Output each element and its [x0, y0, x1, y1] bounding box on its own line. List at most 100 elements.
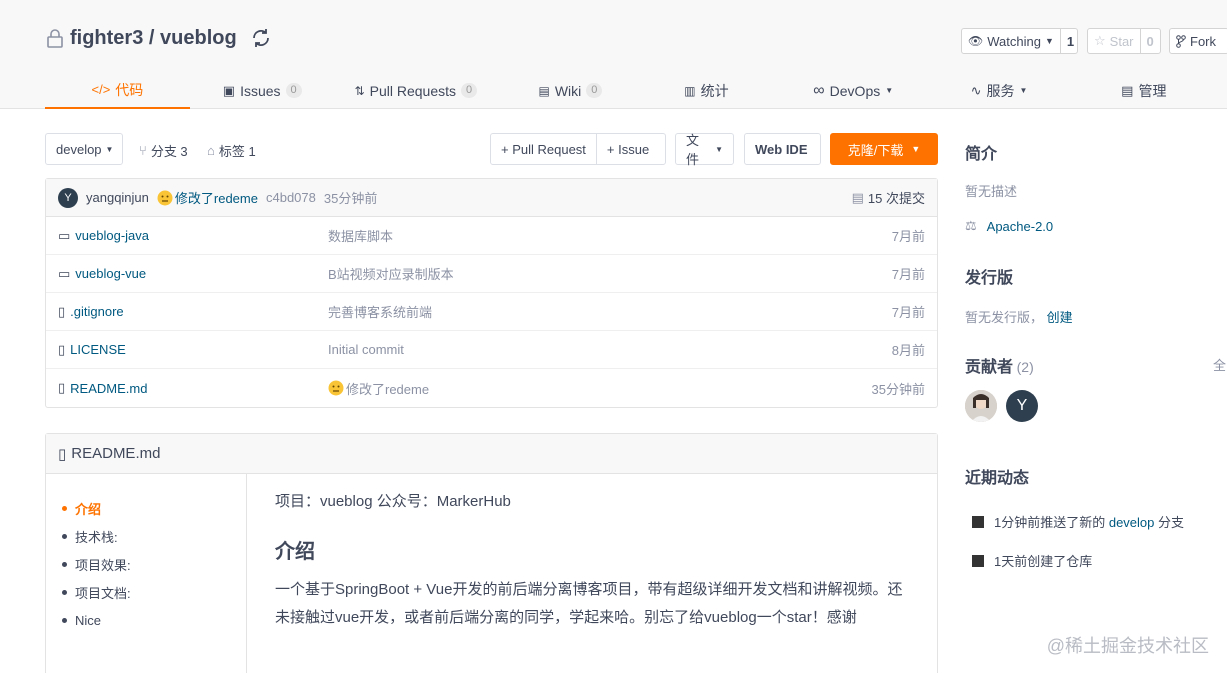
caret-down-icon: ▼ — [1019, 86, 1028, 95]
author-avatar[interactable]: Y — [58, 187, 78, 208]
file-link[interactable]: ▭ vueblog-java — [58, 228, 149, 244]
tab-badge: 0 — [586, 83, 603, 98]
branch-select-value: develop — [56, 141, 102, 157]
file-link[interactable]: ▯ .gitignore — [58, 304, 124, 320]
file-commit-time: 7月前 — [891, 267, 925, 282]
file-commit-time: 8月前 — [891, 343, 925, 358]
toc-label: 介绍 — [75, 501, 102, 517]
activity-text: 1天前创建了仓库 — [994, 554, 1093, 569]
toc-item[interactable]: 项目效果: — [46, 550, 246, 578]
web-ide-label: Web IDE — [755, 141, 808, 157]
latest-commit-bar: Y yangqinjun 修改了redeme c4bd078 35分钟前 ▤ 1… — [46, 179, 937, 217]
file-icon: ▯ — [58, 445, 67, 463]
file-commit-message-group: 修改了redeme — [328, 379, 429, 398]
commit-hash[interactable]: c4bd078 — [266, 190, 316, 205]
sync-icon[interactable] — [249, 26, 273, 50]
file-name: README.md — [70, 380, 148, 396]
repo-name-link[interactable]: fighter3 / vueblog — [70, 27, 237, 50]
tab-label: 统计 — [700, 82, 729, 99]
watch-label: Watching — [987, 33, 1041, 49]
caret-down-icon: ▼ — [105, 144, 114, 154]
commits-count: 15 次提交 — [867, 191, 925, 206]
tab-wiki[interactable]: ▤ Wiki 0 — [497, 72, 644, 109]
watch-count[interactable]: 1 — [1059, 29, 1080, 53]
new-issue-button[interactable]: + Issue — [595, 134, 659, 164]
file-name: vueblog-java — [75, 228, 150, 243]
activity-item: 1分钟前推送了新的 develop 分支 — [965, 512, 1227, 531]
file-row: ▭ vueblog-java 数据库脚本 7月前 — [46, 217, 937, 255]
watch-button[interactable]: 👁 Watching ▼ 1 — [961, 28, 1078, 54]
tab-pull-requests[interactable]: ⇅ Pull Requests 0 — [335, 72, 497, 109]
release-description: 暂无发行版， — [965, 310, 1044, 325]
fork-button[interactable]: Fork — [1169, 28, 1227, 54]
watermark: @稀土掘金技术社区 — [1046, 636, 1209, 656]
release-title: 发行版 — [965, 270, 1014, 287]
file-row: ▯ README.md 修改了redeme 35分钟前 — [46, 369, 937, 407]
neutral-face-icon — [157, 190, 173, 205]
tab-manage[interactable]: ▤ 管理 — [1061, 72, 1227, 109]
readme-toc: 介绍 技术栈: 项目效果: 项目文档: Nice — [46, 474, 247, 673]
commit-message[interactable]: 修改了redeme — [175, 188, 258, 207]
tab-devops[interactable]: ∞ DevOps ▼ — [769, 72, 937, 109]
web-ide-button[interactable]: Web IDE — [744, 133, 821, 165]
activity-item: 1天前创建了仓库 — [965, 551, 1227, 570]
commit-time: 35分钟前 — [323, 191, 378, 206]
toc-item[interactable]: Nice — [46, 606, 246, 634]
clone-download-label: 克隆/下载 — [847, 142, 904, 158]
fork-label: Fork — [1190, 33, 1216, 49]
pr-issue-group: + Pull Request + Issue — [490, 133, 666, 165]
activity-branch-link[interactable]: develop — [1109, 515, 1155, 530]
activity-text-suffix: 分支 — [1154, 515, 1185, 530]
branch-icon: ⑂ — [139, 143, 147, 158]
clone-download-button[interactable]: 克隆/下载 ▼ — [830, 133, 938, 165]
commits-link[interactable]: ▤ 15 次提交 — [852, 188, 925, 207]
bullet-icon — [62, 533, 67, 539]
caret-down-icon: ▼ — [885, 86, 894, 95]
tab-code[interactable]: </> 代码 — [45, 72, 190, 109]
eye-icon: 👁 — [968, 34, 984, 48]
star-count[interactable]: 0 — [1139, 29, 1160, 53]
bullet-icon — [62, 617, 67, 623]
folder-icon: ▭ — [58, 265, 71, 281]
contributor-avatar-y[interactable]: Y — [1006, 390, 1038, 422]
tags-link[interactable]: ⌂ 标签 1 — [207, 141, 256, 160]
lock-icon — [47, 29, 63, 48]
file-commit-message[interactable]: B站视频对应录制版本 — [328, 264, 454, 283]
file-commit-message[interactable]: 数据库脚本 — [328, 226, 393, 245]
contributor-avatar-photo[interactable] — [965, 390, 997, 422]
file-commit-message[interactable]: 修改了redeme — [346, 379, 429, 398]
tab-label: 代码 — [115, 81, 144, 98]
tab-label: 服务 — [986, 82, 1015, 99]
file-commit-message[interactable]: 完善博客系统前端 — [328, 302, 432, 321]
readme-panel: ▯ README.md 介绍 技术栈: 项目效果: 项目文档: Nice 项目：… — [45, 433, 938, 673]
tab-stats[interactable]: ▥ 统计 — [644, 72, 769, 109]
file-link[interactable]: ▭ vueblog-vue — [58, 266, 146, 282]
file-menu-button[interactable]: 文件 ▼ — [675, 133, 734, 167]
branch-select[interactable]: develop ▼ — [45, 133, 123, 165]
bullet-icon — [62, 505, 67, 511]
license-link[interactable]: Apache-2.0 — [987, 219, 1054, 234]
file-link[interactable]: ▯ LICENSE — [58, 342, 126, 358]
repo-header: fighter3 / vueblog 👁 Watching ▼ 1 ☆ Star… — [0, 0, 1227, 109]
manage-icon: ▤ — [1121, 82, 1134, 98]
branches-label: 分支 3 — [150, 144, 188, 159]
new-pull-request-button[interactable]: + Pull Request — [491, 134, 596, 164]
tab-badge: 0 — [285, 83, 302, 98]
file-link[interactable]: ▯ README.md — [58, 380, 147, 396]
code-icon: </> — [91, 82, 111, 97]
toc-item[interactable]: 技术栈: — [46, 522, 246, 550]
toc-item[interactable]: 介绍 — [46, 494, 246, 522]
file-commit-message[interactable]: Initial commit — [328, 342, 404, 357]
branches-link[interactable]: ⑂ 分支 3 — [139, 141, 188, 160]
tab-issues[interactable]: ▣ Issues 0 — [190, 72, 335, 109]
repo-title: fighter3 / vueblog — [46, 26, 273, 50]
readme-header: ▯ README.md — [46, 434, 937, 474]
tab-services[interactable]: ∿ 服务 ▼ — [937, 72, 1060, 109]
activity-title: 近期动态 — [965, 470, 1030, 487]
repo-icon — [972, 554, 984, 567]
star-button[interactable]: ☆ Star 0 — [1087, 28, 1161, 54]
commit-author[interactable]: yangqinjun — [86, 190, 149, 205]
create-release-link[interactable]: 创建 — [1047, 310, 1073, 325]
all-contributors-link[interactable]: 全 — [1213, 355, 1226, 374]
toc-item[interactable]: 项目文档: — [46, 578, 246, 606]
